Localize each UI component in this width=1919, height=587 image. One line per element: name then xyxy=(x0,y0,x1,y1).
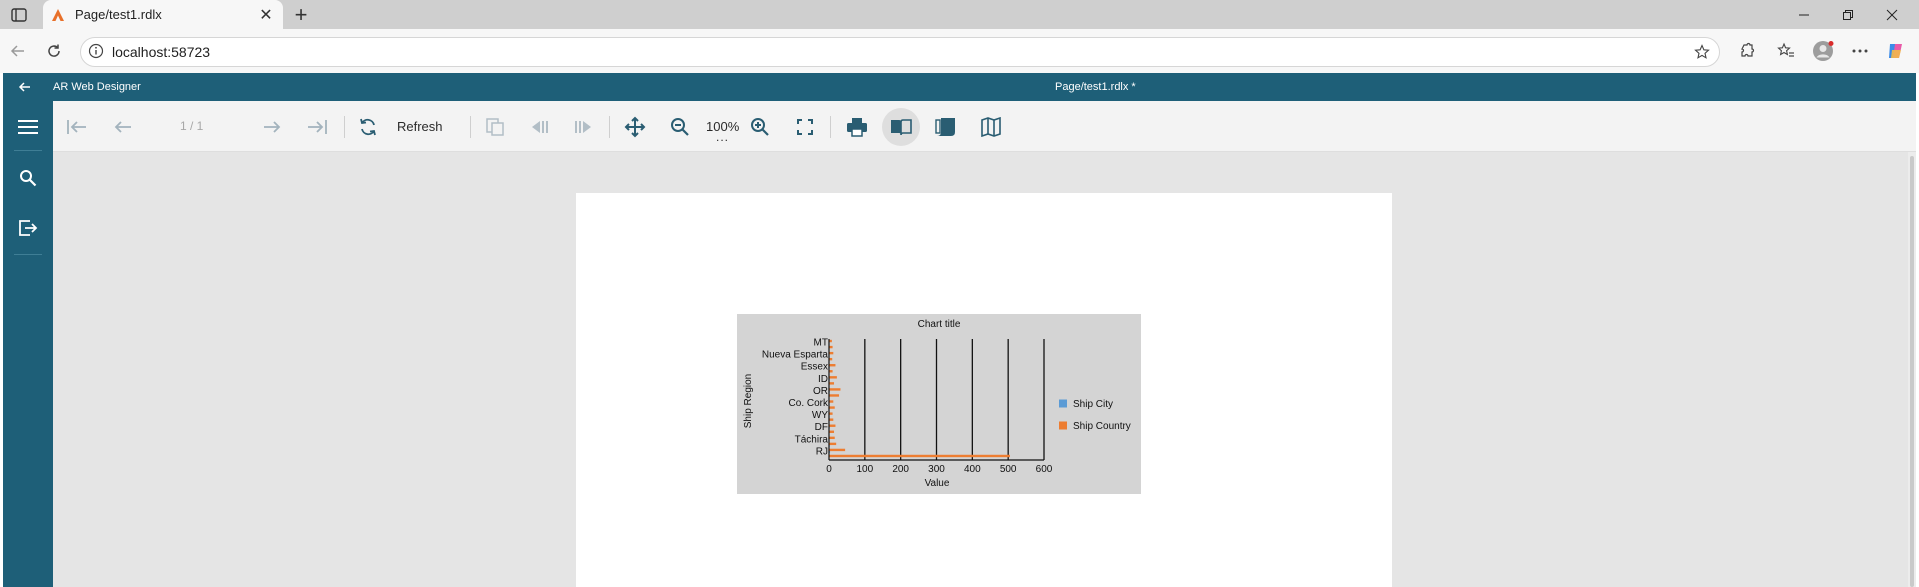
app-name: AR Web Designer xyxy=(53,81,141,93)
document-title: Page/test1.rdlx * xyxy=(1055,81,1136,93)
favorite-star-icon[interactable] xyxy=(1690,40,1714,64)
bar-ship-country xyxy=(829,376,837,379)
bar-ship-country xyxy=(829,436,835,440)
zoom-out-icon[interactable] xyxy=(667,114,693,140)
continuous-mode-icon[interactable] xyxy=(933,114,959,140)
bar-ship-country xyxy=(829,364,836,367)
fullscreen-icon[interactable] xyxy=(792,114,818,140)
bar-chart: Chart title Ship Region Value 0 100 200 300… xyxy=(737,314,1141,494)
zoom-options[interactable]: ... xyxy=(716,130,729,144)
tab-title: Page/test1.rdlx xyxy=(75,7,162,22)
pan-icon[interactable] xyxy=(622,114,648,140)
bar-ship-country xyxy=(829,382,835,385)
bar-ship-country xyxy=(829,400,834,403)
galley-mode-icon[interactable] xyxy=(888,114,914,140)
refresh-icon[interactable] xyxy=(355,114,381,140)
minimize-icon[interactable] xyxy=(1782,0,1826,29)
browser-tab-strip xyxy=(0,0,1919,29)
x-tick-label: 200 xyxy=(892,464,909,475)
bar-ship-country xyxy=(829,448,846,452)
y-tick-label: Táchira xyxy=(795,434,829,445)
y-tick-label: MT xyxy=(814,338,828,349)
more-options-icon[interactable] xyxy=(1848,39,1872,63)
sidebar-divider xyxy=(14,150,42,151)
bar-ship-country xyxy=(829,406,835,409)
y-tick-label: Co. Cork xyxy=(789,398,829,409)
refresh-button[interactable]: Refresh xyxy=(397,119,443,134)
restore-icon[interactable] xyxy=(1826,0,1870,29)
tab-actions-icon[interactable] xyxy=(8,5,30,25)
print-icon[interactable] xyxy=(844,114,870,140)
favorites-icon[interactable] xyxy=(1774,39,1798,63)
zoom-in-icon[interactable] xyxy=(747,114,773,140)
bar-ship-country xyxy=(829,424,836,427)
bar-ship-country xyxy=(829,454,1010,458)
back-icon[interactable] xyxy=(6,39,30,63)
legend-label: Ship City xyxy=(1073,399,1113,410)
bar-ship-country xyxy=(829,418,834,421)
bar-ship-country xyxy=(829,388,841,391)
y-tick-label: Nueva Esparta xyxy=(762,350,829,361)
first-page-icon[interactable] xyxy=(64,114,90,140)
x-tick-label: 400 xyxy=(964,464,981,475)
ar-logo-icon xyxy=(51,8,65,22)
x-tick-label: 500 xyxy=(1000,464,1017,475)
url-text: localhost:58723 xyxy=(112,44,211,60)
toolbar-divider xyxy=(609,116,610,138)
previous-page-icon[interactable] xyxy=(110,114,136,140)
x-tick-label: 100 xyxy=(856,464,873,475)
next-section-icon[interactable] xyxy=(571,114,597,140)
x-axis-label: Value xyxy=(925,478,950,489)
legend-swatch xyxy=(1059,421,1067,430)
last-page-icon[interactable] xyxy=(304,114,330,140)
page-indicator[interactable]: 1 / 1 xyxy=(180,119,203,133)
legend-label: Ship Country xyxy=(1073,421,1131,432)
y-tick-label: WY xyxy=(812,410,828,421)
sidebar-divider xyxy=(14,254,42,255)
y-axis-label: Ship Region xyxy=(743,374,754,428)
new-tab-icon[interactable]: + xyxy=(289,2,313,27)
next-page-icon[interactable] xyxy=(259,114,285,140)
y-tick-label: RJ xyxy=(816,446,828,457)
toolbar-divider xyxy=(470,116,471,138)
previous-section-icon[interactable] xyxy=(526,114,552,140)
toolbar-divider xyxy=(344,116,345,138)
bar-ship-country xyxy=(829,430,835,433)
y-tick-label: DF xyxy=(815,422,828,433)
bar-ship-country xyxy=(829,394,840,397)
close-window-icon[interactable] xyxy=(1870,0,1914,29)
search-icon[interactable] xyxy=(13,163,43,193)
y-tick-label: OR xyxy=(813,386,828,397)
site-info-icon[interactable] xyxy=(88,43,106,61)
export-icon[interactable] xyxy=(13,213,43,243)
menu-icon[interactable] xyxy=(13,112,43,142)
y-tick-label: ID xyxy=(818,374,828,385)
tab-close-icon[interactable]: ✕ xyxy=(255,4,277,26)
x-tick-label: 600 xyxy=(1036,464,1053,475)
x-tick-label: 0 xyxy=(826,464,832,475)
map-mode-icon[interactable] xyxy=(978,114,1004,140)
copilot-icon[interactable] xyxy=(1884,39,1908,63)
profile-avatar[interactable] xyxy=(1811,39,1835,63)
legend-swatch xyxy=(1059,399,1067,408)
app-back-icon[interactable] xyxy=(16,78,34,96)
address-bar[interactable] xyxy=(80,37,1720,67)
extensions-icon[interactable] xyxy=(1735,39,1759,63)
chart-title: Chart title xyxy=(918,319,961,330)
multipage-icon[interactable] xyxy=(482,114,508,140)
browser-tab[interactable]: Page/test1.rdlx ✕ xyxy=(43,0,283,29)
reload-icon[interactable] xyxy=(42,39,66,63)
x-tick-label: 300 xyxy=(928,464,945,475)
y-tick-label: Essex xyxy=(801,362,828,373)
toolbar-divider xyxy=(830,116,831,138)
app-header xyxy=(3,73,1916,101)
bar-ship-country xyxy=(829,442,837,446)
scrollbar-thumb[interactable] xyxy=(1910,156,1914,587)
bar-ship-country xyxy=(829,351,834,355)
